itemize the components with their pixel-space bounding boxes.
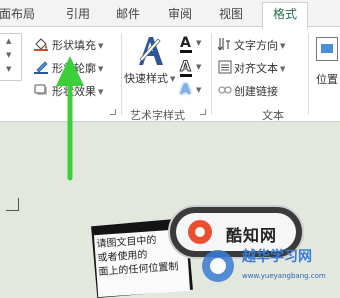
create-link-button[interactable]: 创建链接 (218, 83, 278, 100)
text-effects-icon: A (180, 82, 191, 98)
watermark-badge-text: 酷知网 (226, 226, 278, 245)
shape-fill-button[interactable]: 形状填充 ▼ (34, 37, 103, 54)
chevron-down-icon[interactable]: ▼ (280, 65, 285, 73)
dialog-launcher-icon[interactable] (200, 109, 206, 115)
gallery-scroll-up-icon[interactable]: ▲ (6, 37, 11, 45)
page-corner-mark (6, 198, 19, 211)
text-effects-button[interactable]: A ▼ (180, 82, 204, 98)
tab-references[interactable]: 引用 (66, 5, 90, 22)
text-fill-button[interactable]: A ▼ (180, 35, 204, 53)
kuzhi-logo-icon (188, 220, 212, 244)
chevron-down-icon[interactable]: ▼ (170, 75, 175, 83)
tab-format[interactable]: 格式 (262, 2, 309, 29)
shape-effects-button[interactable]: 形状效果 ▼ (34, 83, 103, 100)
text-direction-button[interactable]: 文字方向 ▼ (217, 37, 285, 54)
create-link-label: 创建链接 (234, 85, 278, 98)
tab-view[interactable]: 视图 (219, 5, 243, 22)
sheep-logo-icon (202, 250, 234, 282)
shape-outline-button[interactable]: 形状轮廓 ▼ (34, 60, 103, 77)
shape-outline-label: 形状轮廓 (52, 62, 96, 75)
wordart-a-icon (136, 35, 164, 70)
text-direction-label: 文字方向 (234, 39, 278, 52)
site-watermark: 越华学习网 www.yueyangbang.com (196, 244, 340, 291)
quick-styles-button[interactable]: 快速样式 ▼ (124, 35, 176, 95)
chevron-down-icon[interactable]: ▼ (196, 39, 201, 47)
paint-bucket-icon (34, 37, 50, 54)
gallery-more-icon[interactable]: ▼ (6, 65, 11, 73)
tab-mailings[interactable]: 邮件 (116, 5, 140, 22)
group-separator (308, 33, 309, 115)
text-outline-icon: A (180, 59, 192, 76)
position-button[interactable]: 位置 (314, 37, 340, 97)
site-title: 越华学习网 (242, 249, 312, 265)
text-outline-button[interactable]: A ▼ (180, 59, 204, 77)
quick-styles-label: 快速样式 (124, 72, 168, 85)
site-url: www.yueyangbang.com (242, 272, 326, 280)
chevron-down-icon[interactable]: ▼ (196, 86, 201, 94)
ribbon-panel: ▲ ▼ ▼ 形状填充 ▼ 形状轮廓 ▼ 形状效果 ▼ 快速样式 ▼ A ▼ A … (0, 26, 340, 122)
shape-fill-label: 形状填充 (52, 39, 96, 52)
wordart-styles-group-label: 艺术字样式 (130, 109, 185, 122)
position-icon (316, 37, 338, 61)
chevron-down-icon[interactable]: ▼ (98, 65, 103, 73)
group-separator (121, 33, 122, 115)
pencil-icon (34, 60, 50, 77)
text-fill-icon: A (180, 35, 191, 51)
shape-effects-icon (34, 83, 50, 100)
align-text-icon (218, 60, 232, 77)
chevron-down-icon[interactable]: ▼ (280, 42, 285, 50)
position-label: 位置 (316, 73, 338, 86)
tab-review[interactable]: 审阅 (168, 5, 192, 22)
tab-layout[interactable]: 面布局 (0, 5, 35, 22)
text-direction-icon (217, 37, 232, 54)
chevron-down-icon[interactable]: ▼ (196, 63, 201, 71)
shape-effects-label: 形状效果 (52, 85, 96, 98)
align-text-button[interactable]: 对齐文本 ▼ (218, 60, 285, 77)
dialog-launcher-icon[interactable] (110, 109, 116, 115)
gallery-scroll-down-icon[interactable]: ▼ (6, 51, 11, 59)
chevron-down-icon[interactable]: ▼ (98, 42, 103, 50)
text-group-label: 文本 (262, 109, 284, 122)
group-separator (211, 33, 212, 115)
ribbon-tab-bar: 面布局 引用 邮件 审阅 视图 格式 (0, 0, 340, 29)
align-text-label: 对齐文本 (234, 62, 278, 75)
link-icon (218, 83, 232, 100)
chevron-down-icon[interactable]: ▼ (98, 88, 103, 96)
